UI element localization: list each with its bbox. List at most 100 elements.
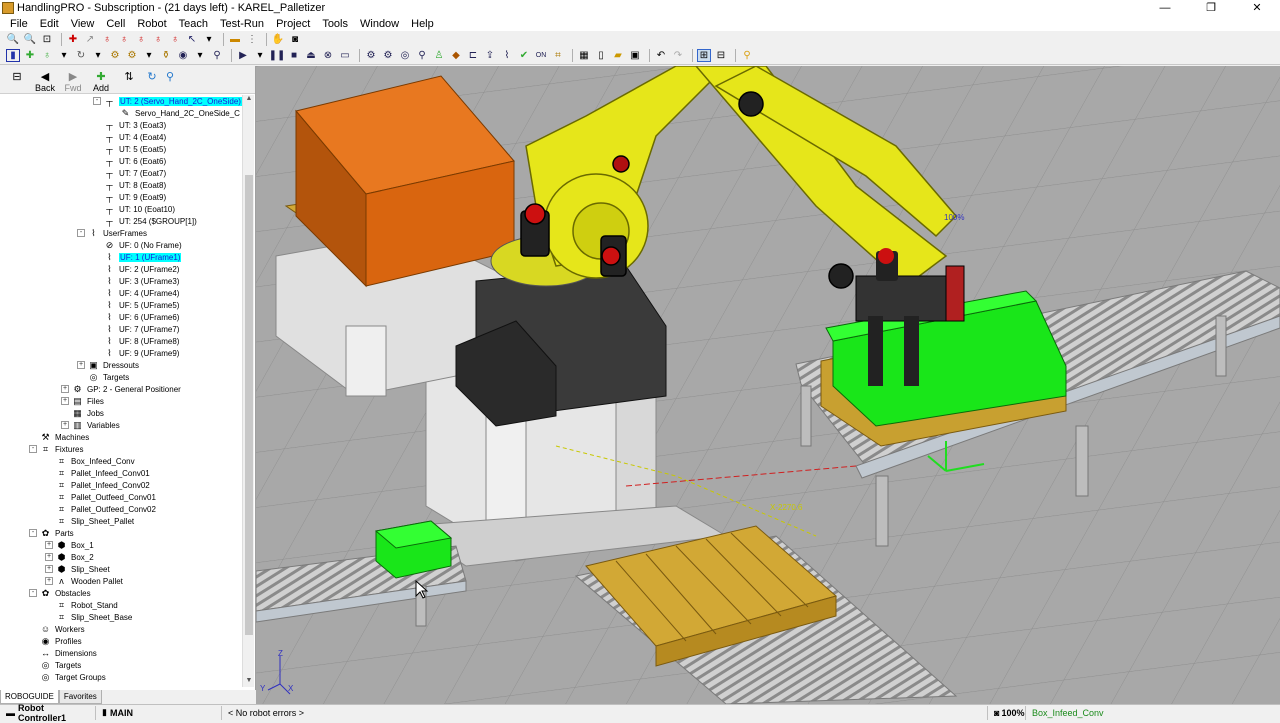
tree-scrollbar[interactable]: ▲ ▼ [242,95,254,687]
measure-icon[interactable]: ▬ [228,33,242,46]
robot-move-icon[interactable]: ♁ [134,33,148,46]
tree-item[interactable]: ⌗ Pallet_Infeed_Conv02 [0,479,242,491]
tree-item[interactable]: ◎ Target Groups [0,671,242,683]
check-icon[interactable]: ✔ [517,49,531,62]
add-robot-icon[interactable]: ✚ [23,49,37,62]
dropdown-arrow-icon[interactable]: ▾ [253,49,267,62]
controller-status[interactable]: ▬ Robot Controller1 [0,703,96,723]
tree-expander-icon[interactable]: - [77,229,85,237]
tree-item[interactable]: ⌇ UF: 6 (UFrame6) [0,311,242,323]
sort-button[interactable]: ⇅ [116,71,142,93]
tree-expander-icon[interactable]: - [29,589,37,597]
tree-item[interactable]: ⌗ Robot_Stand [0,599,242,611]
tree-item[interactable]: + ⚙ GP: 2 - General Positioner [0,383,242,395]
dropdown-arrow-icon[interactable]: ▾ [57,49,71,62]
workcell-icon[interactable]: ⚙ [381,49,395,62]
tree-item[interactable]: - ⌇ UserFrames [0,227,242,239]
scroll-down-icon[interactable]: ▼ [243,677,255,687]
teach-icon[interactable]: ↖ [185,33,199,46]
program-icon[interactable]: ↻ [74,49,88,62]
tree-item[interactable]: + ⬢ Slip_Sheet [0,563,242,575]
program-status[interactable]: ▮ MAIN [96,705,222,720]
robot-home-icon[interactable]: ♁ [117,33,131,46]
tree-expander-icon[interactable]: + [77,361,85,369]
menu-help[interactable]: Help [405,18,440,30]
undo-icon[interactable]: ↶ [654,49,668,62]
cell-browser-icon[interactable]: ⚙ [364,49,378,62]
frame-tool-icon[interactable]: ⊏ [466,49,480,62]
menu-robot[interactable]: Robot [131,18,172,30]
tree-item[interactable]: ┬ UT: 10 (Eoat10) [0,203,242,215]
tree-item[interactable]: ◎ Targets [0,659,242,671]
menu-window[interactable]: Window [354,18,405,30]
help-icon[interactable]: ⚲ [740,49,754,62]
dropdown-arrow-icon[interactable]: ▾ [91,49,105,62]
tree-item[interactable]: + ⬢ Box_2 [0,551,242,563]
open-folder-icon[interactable]: ▰ [611,49,625,62]
snap-icon[interactable]: ⌗ [551,49,565,62]
tree-item[interactable]: - ⌗ Fixtures [0,443,242,455]
robot-frame-icon[interactable]: ♁ [168,33,182,46]
tree-item[interactable]: + ▣ Dressouts [0,359,242,371]
tree-item[interactable]: + ⬢ Box_1 [0,539,242,551]
menu-edit[interactable]: Edit [34,18,65,30]
zoom-window-icon[interactable]: 🔍 [23,33,37,46]
zoom-fit-icon[interactable]: 🔍 [6,33,20,46]
tree-item[interactable]: + ᴧ Wooden Pallet [0,575,242,587]
tree-item[interactable]: ↔ Dimensions [0,647,242,659]
tree-item[interactable]: ⌇ UF: 4 (UFrame4) [0,287,242,299]
tree-item[interactable]: ┬ UT: 7 (Eoat7) [0,167,242,179]
menu-test-run[interactable]: Test-Run [214,18,270,30]
tree-expander-icon[interactable]: - [93,97,101,105]
tree-item[interactable]: ⌗ Pallet_Outfeed_Conv01 [0,491,242,503]
tree-item[interactable]: - ✿ Parts [0,527,242,539]
tree-item[interactable]: ┬ UT: 3 (Eoat3) [0,119,242,131]
refresh-button[interactable]: ↻ [144,71,160,93]
tree-item[interactable]: ⌇ UF: 2 (UFrame2) [0,263,242,275]
record-icon[interactable]: ◉ [176,49,190,62]
tree-item[interactable]: ✎ Servo_Hand_2C_OneSide_C [0,107,242,119]
cell-tree-icon[interactable]: ⊞ [697,49,711,62]
tree-item[interactable]: ┬ UT: 4 (Eoat4) [0,131,242,143]
profile-icon[interactable]: ⚲ [415,49,429,62]
tree-item[interactable]: ⌗ Box_Infeed_Conv [0,455,242,467]
robot-settings-icon[interactable]: ♁ [40,49,54,62]
save-icon[interactable]: ▣ [628,49,642,62]
line-icon[interactable]: ⌇ [500,49,514,62]
scroll-up-icon[interactable]: ▲ [243,95,255,105]
stop-icon[interactable]: ■ [287,49,301,62]
tree-item[interactable]: ┬ UT: 254 ($GROUP[1]) [0,215,242,227]
menu-project[interactable]: Project [270,18,316,30]
browser-home-button[interactable]: ⊟ [4,71,30,93]
3d-viewport[interactable]: 100% X-2270.6 Z X Y [256,66,1280,704]
tree-expander-icon[interactable]: + [45,541,53,549]
menu-tools[interactable]: Tools [316,18,354,30]
close-button[interactable]: ✕ [1234,0,1280,16]
restore-button[interactable]: ❐ [1188,0,1234,16]
scrollbar-thumb[interactable] [245,175,253,635]
target-view-icon[interactable]: ◎ [398,49,412,62]
tree-item[interactable]: ⌗ Pallet_Infeed_Conv01 [0,467,242,479]
minimize-button[interactable]: — [1142,0,1188,16]
tree-item[interactable]: - ✿ Obstacles [0,587,242,599]
tree-item[interactable]: ⌇ UF: 1 (UFrame1) [0,251,242,263]
tree-item[interactable]: ⌇ UF: 8 (UFrame8) [0,335,242,347]
redo-icon[interactable]: ↷ [671,49,685,62]
grid-icon[interactable]: ▦ [577,49,591,62]
tree-expander-icon[interactable]: + [61,397,69,405]
tree-expander-icon[interactable]: + [45,577,53,585]
play-icon[interactable]: ▶ [236,49,250,62]
tree-item[interactable]: ⌗ Pallet_Outfeed_Conv02 [0,503,242,515]
tree-item[interactable]: ⚒ Machines [0,431,242,443]
menu-cell[interactable]: Cell [100,18,131,30]
tree-item[interactable]: ⌇ UF: 9 (UFrame9) [0,347,242,359]
collision-icon[interactable]: ▭ [338,49,352,62]
instruction-icon[interactable]: ⚙ [108,49,122,62]
tree-item[interactable]: ┬ UT: 5 (Eoat5) [0,143,242,155]
tree-item[interactable]: ⊘ UF: 0 (No Frame) [0,239,242,251]
search-button[interactable]: ⚲ [162,71,178,93]
zoom-region-icon[interactable]: ⊡ [40,33,54,46]
eject-part-icon[interactable]: ⇪ [483,49,497,62]
tree-item[interactable]: ⌗ Slip_Sheet_Pallet [0,515,242,527]
robot-joint-icon[interactable]: ♁ [151,33,165,46]
